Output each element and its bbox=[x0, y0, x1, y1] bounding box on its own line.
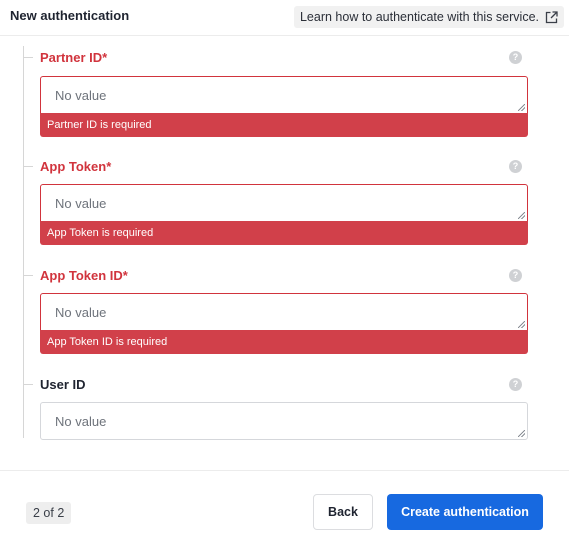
user-id-label: User ID bbox=[40, 377, 86, 392]
app-token-id-field[interactable] bbox=[40, 293, 528, 331]
app-token-input[interactable] bbox=[41, 185, 527, 221]
tree-connector-line bbox=[23, 46, 24, 438]
partner-id-error: Partner ID is required bbox=[40, 113, 528, 137]
footer-divider bbox=[0, 470, 569, 471]
question-circle-icon[interactable]: ? bbox=[509, 51, 522, 64]
app-token-field[interactable] bbox=[40, 184, 528, 222]
tree-connector-tick bbox=[23, 57, 33, 58]
tree-connector-tick bbox=[23, 384, 33, 385]
partner-id-label: Partner ID* bbox=[40, 50, 108, 65]
question-circle-icon[interactable]: ? bbox=[509, 269, 522, 282]
app-token-id-input[interactable] bbox=[41, 294, 527, 330]
user-id-input[interactable] bbox=[41, 403, 527, 439]
external-link-icon bbox=[545, 10, 558, 23]
tree-connector-tick bbox=[23, 275, 33, 276]
user-id-field[interactable] bbox=[40, 402, 528, 440]
resize-handle[interactable] bbox=[518, 212, 525, 219]
partner-id-field[interactable] bbox=[40, 76, 528, 114]
resize-handle[interactable] bbox=[518, 430, 525, 437]
partner-id-input[interactable] bbox=[41, 77, 527, 113]
modal-header: New authentication Learn how to authenti… bbox=[0, 0, 569, 36]
app-token-id-label: App Token ID* bbox=[40, 268, 128, 283]
learn-how-link[interactable]: Learn how to authenticate with this serv… bbox=[293, 6, 564, 28]
create-authentication-button[interactable]: Create authentication bbox=[387, 494, 543, 530]
page-indicator: 2 of 2 bbox=[26, 502, 72, 524]
app-token-label: App Token* bbox=[40, 159, 112, 174]
question-circle-icon[interactable]: ? bbox=[509, 160, 522, 173]
resize-handle[interactable] bbox=[518, 321, 525, 328]
app-token-error: App Token is required bbox=[40, 221, 528, 245]
question-circle-icon[interactable]: ? bbox=[509, 378, 522, 391]
page-title: New authentication bbox=[10, 8, 130, 23]
resize-handle[interactable] bbox=[518, 104, 525, 111]
auth-form: Partner ID* ? Partner ID is required App… bbox=[0, 36, 569, 470]
app-token-id-error: App Token ID is required bbox=[40, 330, 528, 354]
learn-how-link-label: Learn how to authenticate with this serv… bbox=[299, 10, 539, 24]
back-button[interactable]: Back bbox=[313, 494, 373, 530]
tree-connector-tick bbox=[23, 166, 33, 167]
